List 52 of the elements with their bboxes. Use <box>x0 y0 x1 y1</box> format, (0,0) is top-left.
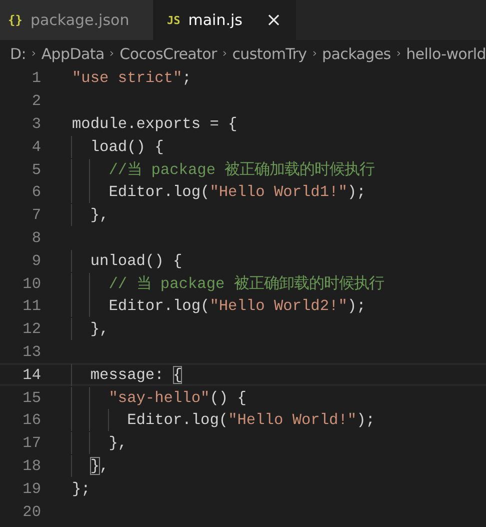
breadcrumb-item[interactable]: hello-world <box>406 44 486 62</box>
line-number: 3 <box>30 114 41 133</box>
chevron-icon <box>312 48 316 59</box>
code-line: //当 package 被正确加载的时候执行 <box>72 158 375 181</box>
line-number: 10 <box>22 274 41 293</box>
code-line: }, <box>72 204 109 226</box>
code-line: }, <box>72 318 109 340</box>
line-number: 6 <box>30 183 41 202</box>
code-line: }, <box>72 432 128 454</box>
line-number: 4 <box>30 138 41 156</box>
code-line: }; <box>72 478 90 500</box>
chevron-icon <box>110 48 114 59</box>
close-icon[interactable] <box>268 14 280 26</box>
line-number: 2 <box>30 92 41 110</box>
line-number: 12 <box>22 320 41 338</box>
code-line: load() { <box>72 136 164 158</box>
chevron-icon <box>396 48 400 59</box>
tab[interactable]: JS main.js <box>153 0 296 40</box>
line-number: 11 <box>22 297 41 316</box>
breadcrumb-item[interactable]: packages <box>322 44 391 62</box>
code-line: }, <box>72 454 109 477</box>
line-number: 9 <box>30 252 41 270</box>
breadcrumb-item[interactable]: D: <box>10 44 26 62</box>
line-number: 18 <box>22 456 41 475</box>
chevron-icon <box>32 48 36 59</box>
code-line: "use strict"; <box>72 68 192 90</box>
code-line: unload() { <box>72 250 182 272</box>
js-file-icon: JS <box>167 14 180 26</box>
chevron-icon <box>222 48 226 59</box>
code-line: Editor.log("Hello World!"); <box>72 409 375 432</box>
code-line: Editor.log("Hello World2!"); <box>72 295 366 318</box>
line-number: 8 <box>30 228 41 247</box>
breadcrumb-item[interactable]: AppData <box>41 44 104 62</box>
code-line: module.exports = { <box>72 114 238 135</box>
line-number: 13 <box>22 342 41 361</box>
line-number: 19 <box>22 480 41 498</box>
code-line: Editor.log("Hello World1!"); <box>72 181 366 204</box>
code-line: "say-hello"() { <box>72 386 246 409</box>
code-line: // 当 package 被正确卸载的时候执行 <box>72 272 384 295</box>
line-number: 14 <box>22 366 41 384</box>
breadcrumb-item[interactable]: customTry <box>232 44 307 62</box>
line-number: 16 <box>22 411 41 430</box>
tab[interactable]: {} package.json <box>0 0 153 40</box>
line-number: 20 <box>22 502 41 521</box>
line-number: 17 <box>22 434 41 452</box>
line-number: 15 <box>22 388 41 407</box>
braces-icon: {} <box>8 13 22 27</box>
code-line: message: { <box>72 364 182 386</box>
breadcrumb-item[interactable]: CocosCreator <box>120 44 217 62</box>
line-number: 7 <box>30 206 41 224</box>
line-number: 5 <box>30 160 41 179</box>
line-number: 1 <box>30 69 41 88</box>
